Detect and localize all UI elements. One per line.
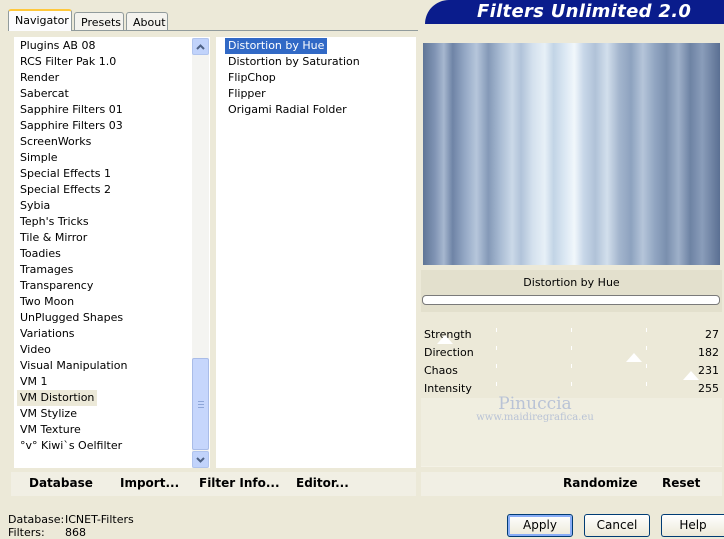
category-item[interactable]: VM Texture (17, 422, 84, 438)
category-item[interactable]: Sabercat (17, 86, 72, 102)
scroll-down-button[interactable] (192, 451, 209, 468)
progress-bar (422, 295, 720, 305)
category-item[interactable]: VM Distortion (17, 390, 98, 406)
category-item[interactable]: Tile & Mirror (17, 230, 90, 246)
randomize-button[interactable]: Randomize (563, 476, 637, 490)
tab-label: About (133, 16, 166, 29)
tab-presets[interactable]: Presets (74, 12, 124, 31)
database-button[interactable]: Database (29, 476, 93, 490)
category-item[interactable]: Render (17, 70, 62, 86)
category-item[interactable]: Tramages (17, 262, 76, 278)
filter-item[interactable]: Flipper (225, 86, 269, 102)
category-list[interactable]: Plugins AB 08 RCS Filter Pak 1.0 Render Sab… (14, 37, 210, 468)
category-item[interactable]: Special Effects 2 (17, 182, 114, 198)
chevron-down-icon (196, 456, 205, 463)
help-button[interactable]: Help (661, 514, 724, 537)
category-item[interactable]: Sapphire Filters 03 (17, 118, 126, 134)
category-item[interactable]: ScreenWorks (17, 134, 94, 150)
filters-value: 868 (65, 526, 86, 539)
filter-item[interactable]: FlipChop (225, 70, 279, 86)
category-item[interactable]: Variations (17, 326, 78, 342)
category-item[interactable]: UnPlugged Shapes (17, 310, 126, 326)
current-filter-name: Distortion by Hue (523, 276, 620, 289)
filter-item[interactable]: Origami Radial Folder (225, 102, 350, 118)
chevron-up-icon (196, 43, 205, 50)
category-item[interactable]: Toadies (17, 246, 64, 262)
cancel-button[interactable]: Cancel (584, 514, 650, 537)
database-label: Database: (8, 513, 65, 526)
category-item[interactable]: RCS Filter Pak 1.0 (17, 54, 119, 70)
param-row-empty (421, 452, 722, 467)
param-value: 231 (698, 364, 719, 377)
reset-button[interactable]: Reset (662, 476, 700, 490)
editor-button[interactable]: Editor... (296, 476, 349, 490)
database-value: ICNET-Filters (65, 513, 134, 526)
category-item[interactable]: VM Stylize (17, 406, 80, 422)
app-banner: Filters Unlimited 2.0 (425, 0, 724, 24)
preview-image (423, 43, 720, 265)
category-item[interactable]: Sapphire Filters 01 (17, 102, 126, 118)
category-item[interactable]: Transparency (17, 278, 96, 294)
tab-label: Presets (81, 16, 122, 29)
category-item[interactable]: Plugins AB 08 (17, 38, 98, 54)
category-item[interactable]: VM 1 (17, 374, 51, 390)
import-button[interactable]: Import... (120, 476, 179, 490)
param-label: Direction (424, 346, 474, 359)
apply-button[interactable]: Apply (507, 514, 573, 537)
param-label: Chaos (424, 364, 458, 377)
category-item[interactable]: Special Effects 1 (17, 166, 114, 182)
slider-marker[interactable] (683, 371, 699, 380)
slider-marker[interactable] (437, 335, 453, 344)
param-row-strength[interactable]: Strength 27 (421, 326, 722, 345)
filter-info-button[interactable]: Filter Info... (199, 476, 280, 490)
tab-label: Navigator (15, 14, 69, 27)
category-item[interactable]: Sybia (17, 198, 53, 214)
category-item[interactable]: Video (17, 342, 54, 358)
slider-marker[interactable] (626, 353, 642, 362)
filter-name-panel: Distortion by Hue (421, 270, 722, 312)
param-row-chaos[interactable]: Chaos 231 (421, 362, 722, 381)
tab-navigator[interactable]: Navigator (8, 9, 72, 31)
param-value: 255 (698, 382, 719, 395)
category-item[interactable]: Teph's Tricks (17, 214, 92, 230)
param-value: 27 (705, 328, 719, 341)
filters-label: Filters: (8, 526, 45, 539)
filter-list[interactable]: Distortion by Hue Distortion by Saturatio… (216, 37, 416, 468)
watermark-url: www.maidiregrafica.eu (476, 412, 594, 423)
category-scrollbar[interactable] (192, 38, 209, 468)
tab-about[interactable]: About (126, 12, 168, 31)
watermark: Pinuccia www.maidiregrafica.eu (430, 394, 640, 423)
category-item[interactable]: Visual Manipulation (17, 358, 130, 374)
watermark-title: Pinuccia (498, 394, 572, 414)
param-row-empty (421, 434, 722, 453)
param-value: 182 (698, 346, 719, 359)
filter-item[interactable]: Distortion by Saturation (225, 54, 363, 70)
param-row-direction[interactable]: Direction 182 (421, 344, 722, 363)
category-item[interactable]: °v° Kiwi`s Oelfilter (17, 438, 125, 454)
scroll-up-button[interactable] (192, 38, 209, 55)
category-item[interactable]: Simple (17, 150, 61, 166)
scroll-thumb[interactable] (192, 358, 209, 450)
category-item[interactable]: Two Moon (17, 294, 77, 310)
filter-item[interactable]: Distortion by Hue (225, 38, 328, 54)
